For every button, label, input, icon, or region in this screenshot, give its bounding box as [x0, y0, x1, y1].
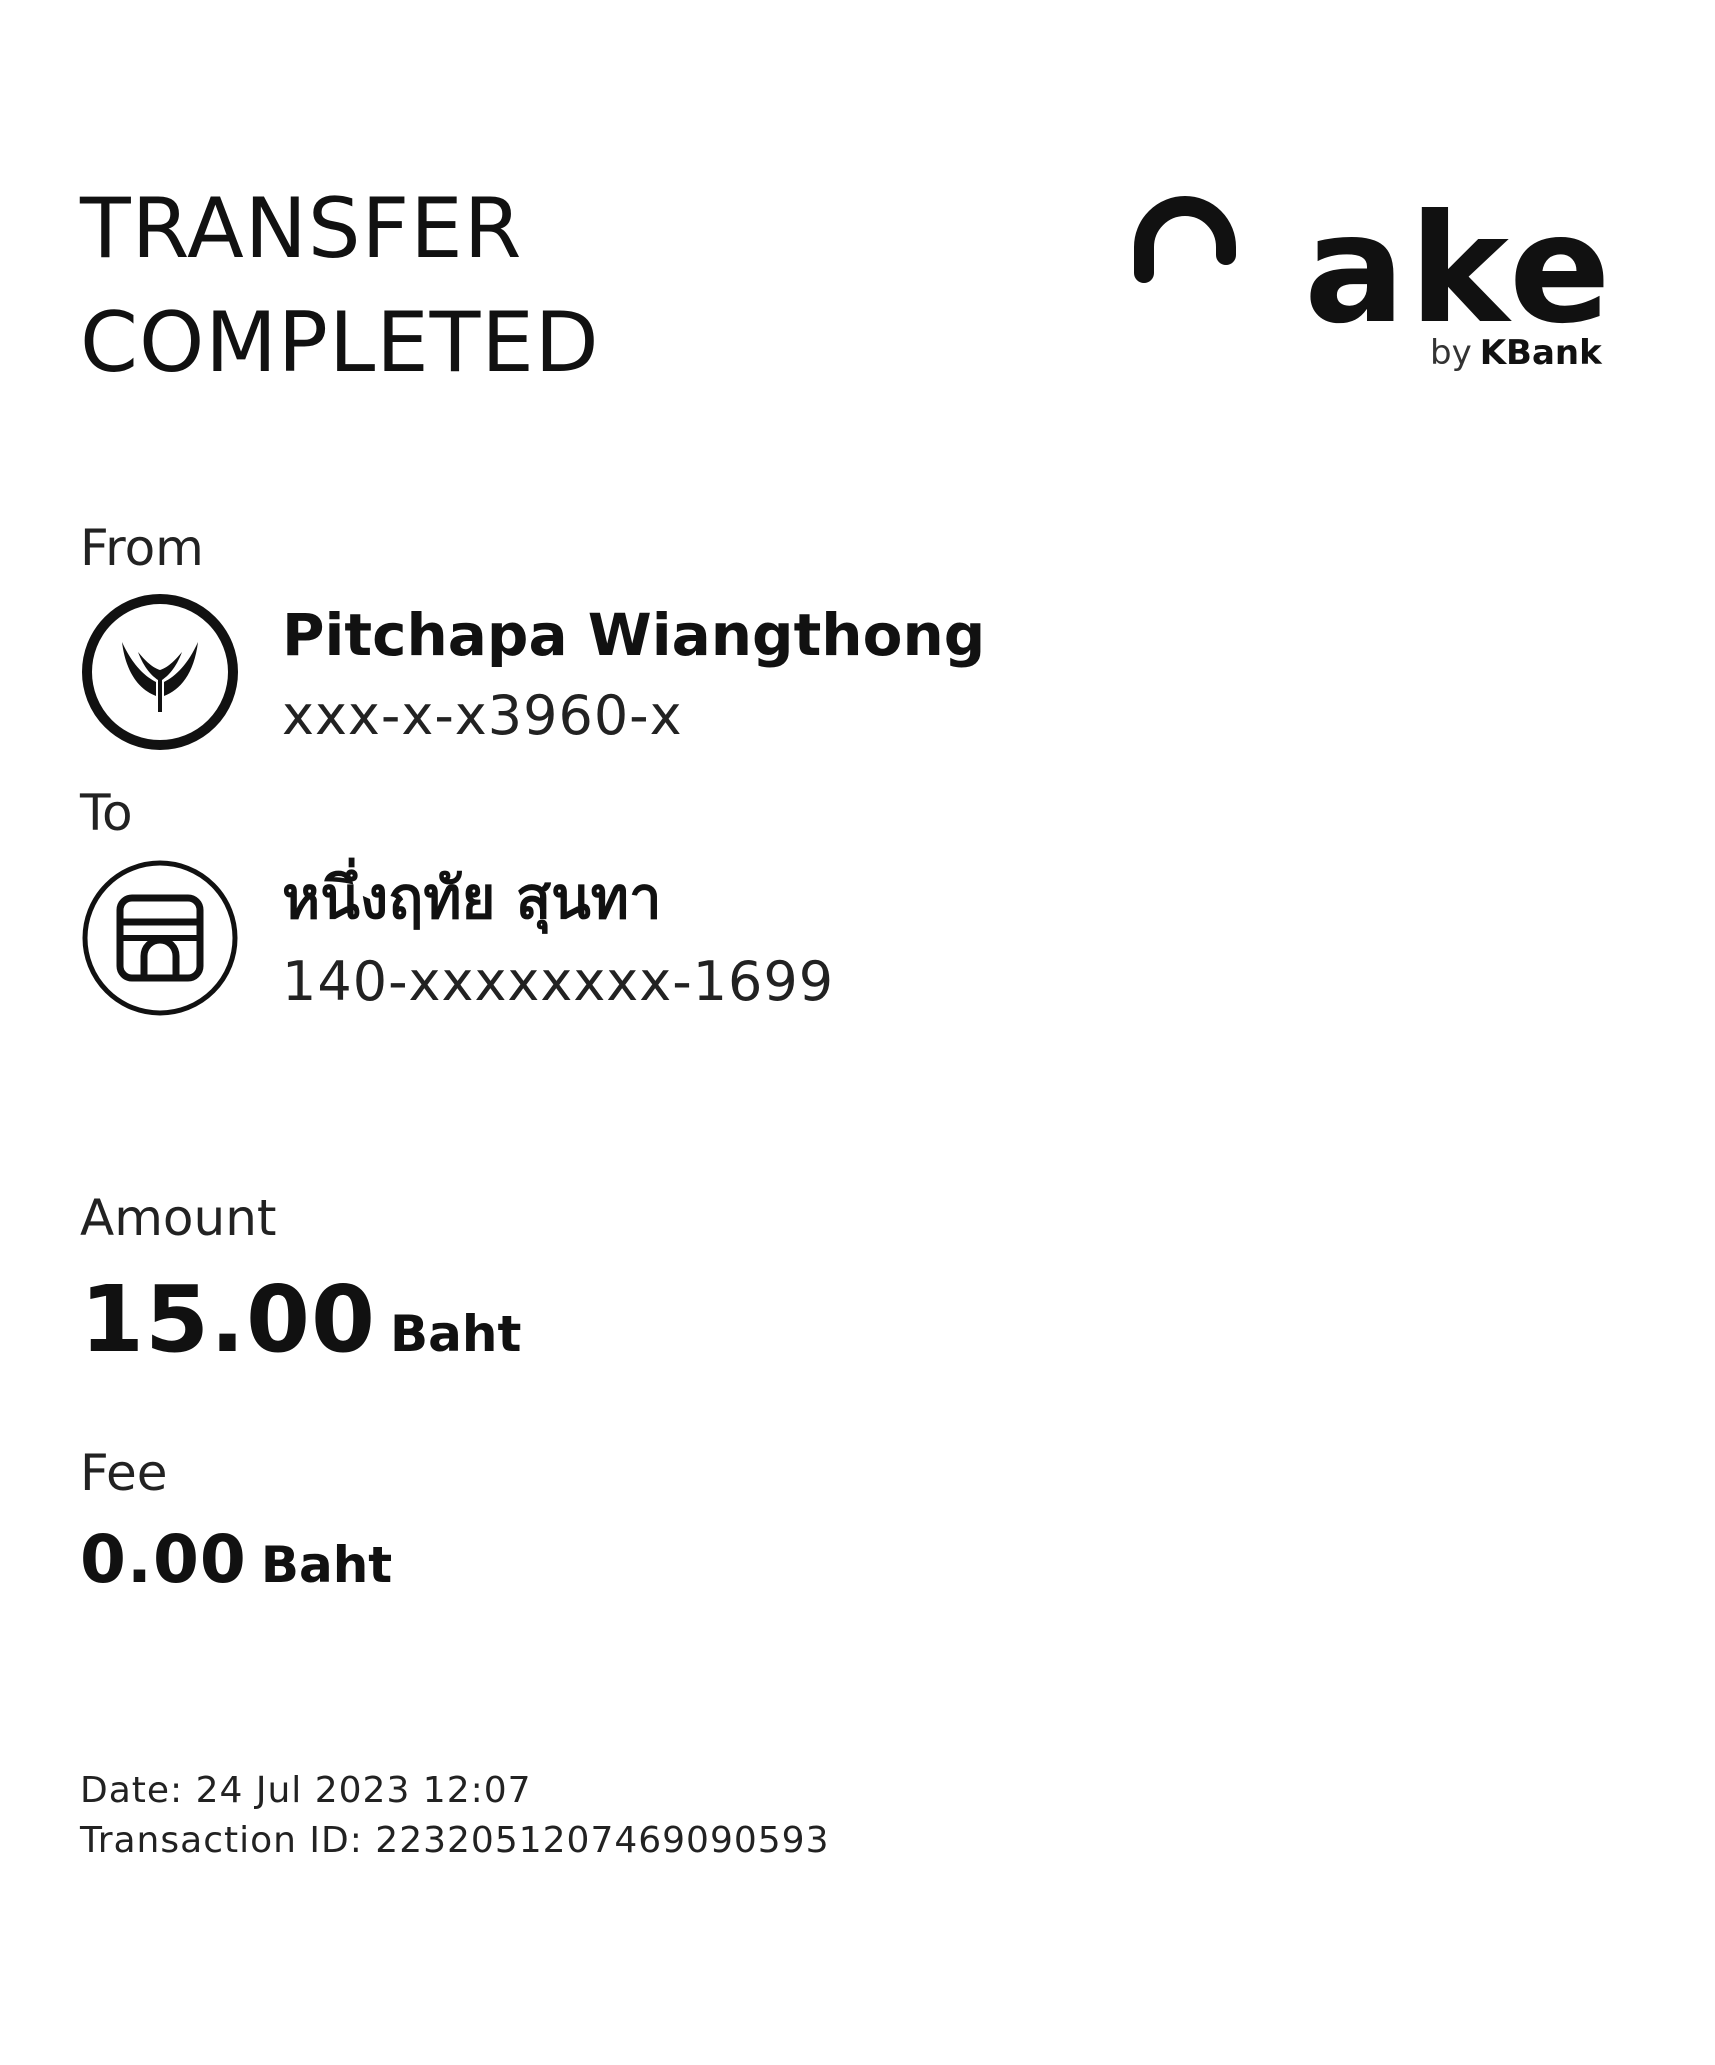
logo-wordmark: ake: [1304, 183, 1615, 357]
sender-account: xxx-x-x3960-x: [282, 684, 683, 747]
bank-building-icon: [82, 860, 238, 1016]
kbank-leaf-icon: [82, 594, 238, 750]
fee-value: 0.00: [80, 1521, 247, 1598]
fee-currency: Baht: [260, 1536, 393, 1594]
make-by-kbank-logo: ake by KBank: [1130, 185, 1650, 385]
recipient-account: 140-xxxxxxxx-1699: [282, 950, 835, 1013]
amount-currency: Baht: [390, 1305, 522, 1363]
logo-by-text: by: [1430, 333, 1472, 373]
make-logo-arc-icon: [1134, 196, 1236, 283]
title-line-2: COMPLETED: [80, 294, 600, 391]
logo-bank-text: KBank: [1479, 333, 1602, 373]
recipient-name: หนึ่งฤทัย สุนทา: [282, 864, 662, 932]
transaction-meta: Date: 24 Jul 2023 12:07 Transaction ID: …: [80, 1766, 829, 1866]
to-label: To: [80, 784, 133, 842]
fee-label: Fee: [80, 1444, 168, 1502]
fee-value-row: 0.00 Baht: [80, 1520, 392, 1600]
title-line-1: TRANSFER: [80, 180, 523, 277]
page-title: TRANSFER COMPLETED: [80, 172, 600, 400]
amount-value: 15.00: [80, 1266, 377, 1373]
transaction-date: Date: 24 Jul 2023 12:07: [80, 1770, 532, 1811]
sender-name: Pitchapa Wiangthong: [282, 601, 986, 669]
amount-label: Amount: [80, 1189, 277, 1247]
from-label: From: [80, 519, 204, 577]
logo-byline: by KBank: [1430, 333, 1602, 373]
amount-value-row: 15.00 Baht: [80, 1270, 521, 1370]
transaction-id: Transaction ID: 2232051207469090593: [80, 1820, 830, 1861]
